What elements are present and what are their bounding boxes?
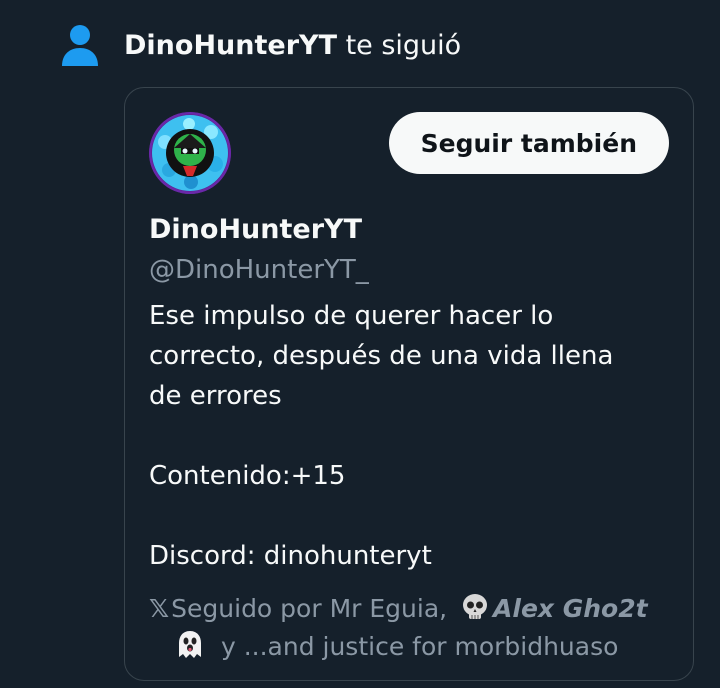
follow-back-button[interactable]: Seguir también [388, 112, 669, 174]
follower-name[interactable]: Alex Gho2t [493, 594, 648, 623]
ghost-emoji-icon [179, 631, 201, 658]
bio-line: Ese impulso de querer hacer lo [149, 301, 554, 331]
bio-line: Contenido:+15 [149, 461, 346, 491]
avatar-image [149, 112, 231, 194]
profile-handle[interactable]: @DinoHunterYT_ [149, 255, 369, 285]
bio-spacer [149, 416, 669, 456]
avatar[interactable] [149, 112, 231, 194]
action-text: te siguió [336, 29, 462, 61]
user-card[interactable]: Seguir también DinoHunterYT @DinoHunterY… [124, 87, 694, 681]
followed-by-info[interactable]: 𝕏Seguido por Mr Eguia, Alex Gho2t y ...a… [149, 590, 679, 666]
followed-by-suffix: y ...and justice for morbidhuaso [213, 632, 619, 661]
x-logo-icon: 𝕏 [149, 594, 170, 623]
bio-line: Discord: dinohunteryt [149, 541, 432, 571]
bio-spacer [149, 496, 669, 536]
follow-notification[interactable]: DinoHunterYT te siguió Seguir también Di… [0, 0, 720, 688]
skull-emoji-icon [463, 594, 488, 619]
bio-line: de errores [149, 381, 282, 411]
profile-display-name[interactable]: DinoHunterYT [149, 214, 362, 245]
notification-text: DinoHunterYT te siguió [124, 32, 461, 59]
profile-bio: Ese impulso de querer hacer lo correcto,… [149, 296, 669, 576]
actor-name[interactable]: DinoHunterYT [124, 30, 337, 61]
followed-by-prefix: Seguido por Mr Eguia, [171, 594, 456, 623]
notification-header: DinoHunterYT te siguió [62, 24, 461, 66]
bio-line: correcto, después de una vida llena [149, 341, 614, 371]
person-icon [62, 25, 98, 66]
